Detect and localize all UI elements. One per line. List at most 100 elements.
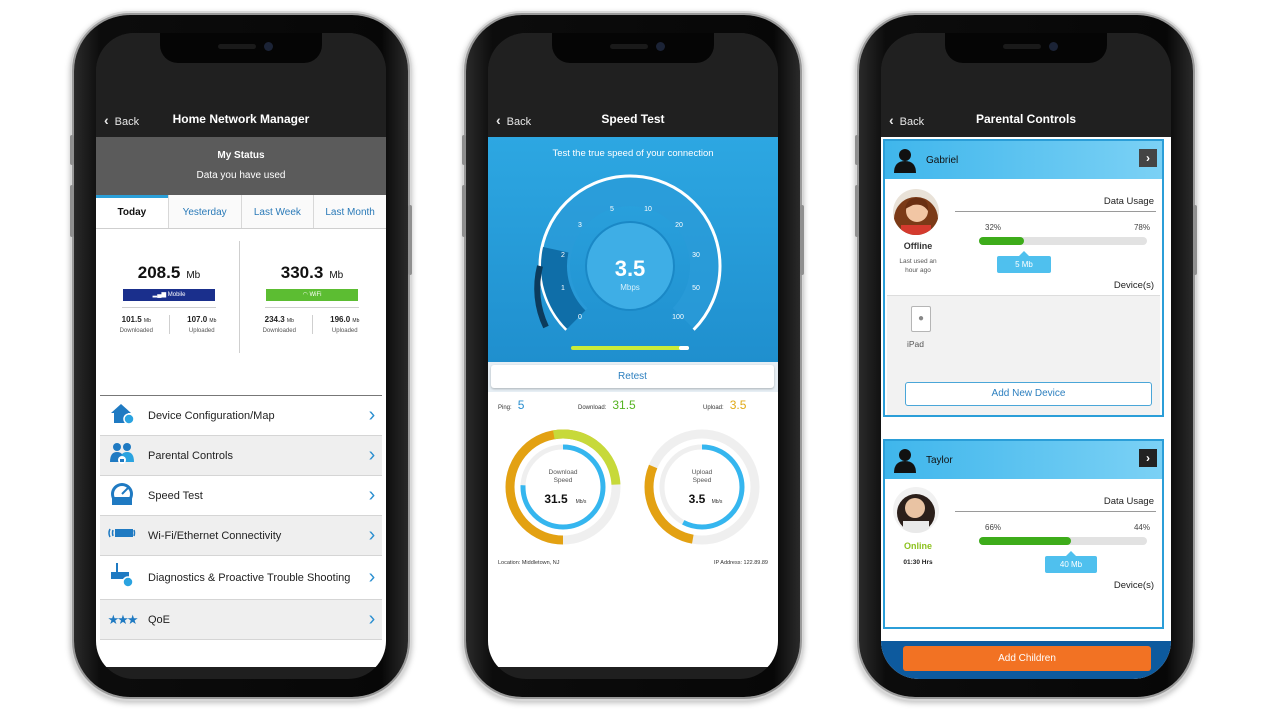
tab-yesterday[interactable]: Yesterday — [167, 195, 241, 228]
chevron-right-icon: › — [368, 524, 376, 546]
download-dial-value: 31.5 — [544, 492, 568, 506]
mobile-total: 208.5 — [137, 263, 181, 282]
phone-parental-controls: ‹ Back Parental Controls Gabriel › Offlin… — [855, 15, 1197, 697]
child-name: Taylor — [926, 455, 953, 466]
screen: ‹ Back Speed Test Test the true speed of … — [488, 33, 778, 679]
usage-progress-bar — [979, 237, 1147, 245]
arrow-right-icon[interactable]: › — [1139, 449, 1157, 467]
status-badge: Online — [903, 541, 932, 551]
chevron-right-icon: › — [368, 608, 376, 630]
signal-icon: ▂▄▆ — [152, 292, 168, 298]
add-new-device-button[interactable]: Add New Device — [905, 382, 1152, 406]
speed-dials: Download Speed 31.5 Mb/s Upload Speed 3.… — [488, 414, 778, 594]
child-name: Gabriel — [926, 155, 959, 166]
menu-item-speed-test[interactable]: Speed Test › — [100, 476, 382, 516]
gauge-tick: 3 — [578, 222, 582, 229]
wifi-uploaded: 196.0 — [330, 315, 351, 324]
menu-item-device-configuration[interactable]: Device Configuration/Map › — [100, 396, 382, 436]
chevron-right-icon: › — [368, 566, 376, 588]
period-tabs: Today Yesterday Last Week Last Month — [96, 195, 386, 229]
retest-button[interactable]: Retest — [491, 365, 774, 388]
chevron-right-icon: › — [368, 444, 376, 466]
person-icon — [894, 149, 916, 173]
menu-item-parental-controls[interactable]: Parental Controls › — [100, 436, 382, 476]
menu-item-wifi-ethernet[interactable]: Wi-Fi/Ethernet Connectivity › — [100, 516, 382, 556]
mobile-unit: Mb — [186, 270, 201, 281]
download-value: 31.5 — [612, 398, 636, 412]
child-card-gabriel: Gabriel › Offline Last used an hour ago … — [883, 139, 1164, 417]
child-card-taylor: Taylor › Online 01:30 Hrs Data Usage 66%… — [883, 439, 1164, 629]
usage-summary: 208.5 Mb ▂▄▆ Mobile 101.5 Mb Downloaded 10… — [96, 229, 386, 384]
gauge-tick: 0 — [578, 314, 582, 321]
child-header[interactable]: Taylor › — [885, 441, 1162, 479]
menu-item-diagnostics[interactable]: Diagnostics & Proactive Trouble Shooting… — [100, 556, 382, 600]
notch — [160, 33, 322, 63]
upload-value: 3.5 — [729, 398, 747, 412]
usage-fill — [979, 537, 1072, 545]
chevron-right-icon: › — [368, 484, 376, 506]
gauge-tick: 30 — [692, 252, 700, 259]
tablet-icon[interactable]: ● — [911, 306, 931, 332]
wifi-router-icon — [100, 520, 144, 551]
menu-item-qoe[interactable]: ★★★ QoE › — [100, 600, 382, 640]
gauge-tick: 10 — [644, 206, 652, 213]
wifi-downloaded: 234.3 — [264, 315, 285, 324]
phone-speed-test: ‹ Back Speed Test Test the true speed of … — [462, 15, 804, 697]
my-status-header: My Status Data you have used — [96, 137, 386, 195]
tab-last-month[interactable]: Last Month — [313, 195, 386, 228]
speedometer-icon — [100, 480, 144, 511]
apple-icon: ● — [917, 313, 925, 324]
svg-text:Speed: Speed — [554, 477, 573, 484]
chevron-right-icon: › — [368, 404, 376, 426]
gauge-tick: 20 — [675, 222, 683, 229]
gauge-tick: 100 — [672, 314, 684, 321]
screen: ‹ Back Parental Controls Gabriel › Offlin… — [881, 33, 1171, 679]
mobile-uploaded: 107.0 — [187, 315, 208, 324]
usage-fill — [979, 237, 1025, 245]
speed-gauge-panel: Test the true speed of your connection 3… — [488, 137, 778, 362]
wifi-usage: 330.3 Mb ◠ WiFi 234.3 Mb Downloaded 196.0 … — [247, 263, 377, 334]
gauge-tick: 2 — [561, 252, 565, 259]
status-title: My Status — [217, 150, 265, 161]
status-subtitle: Data you have used — [196, 170, 286, 181]
mobile-downloaded: 101.5 — [121, 315, 142, 324]
data-usage-label: Data Usage — [1103, 496, 1154, 507]
speed-stats: Ping: 5 Download: 31.5 Upload: 3.5 — [488, 392, 778, 414]
tab-last-week[interactable]: Last Week — [240, 195, 314, 228]
page-title: Parental Controls — [975, 112, 1077, 126]
gauge-unit: Mbps — [620, 283, 640, 292]
gauge-tick: 1 — [561, 285, 565, 292]
stars-icon: ★★★ — [107, 611, 139, 627]
devices-label: Device(s) — [1113, 280, 1154, 291]
gauge-tick: 5 — [610, 206, 614, 213]
ping-value: 5 — [517, 398, 525, 412]
upload-dial-value: 3.5 — [689, 492, 706, 506]
avatar — [893, 189, 939, 235]
session-time: 01:30 Hrs — [903, 559, 933, 566]
gauge-tick: 50 — [692, 285, 700, 292]
mobile-badge: ▂▄▆ Mobile — [123, 289, 215, 301]
usage-progress-bar — [979, 537, 1147, 545]
arrow-right-icon[interactable]: › — [1139, 149, 1157, 167]
wifi-total: 330.3 — [280, 263, 324, 282]
svg-text:Download: Download — [549, 469, 578, 476]
page-title: Speed Test — [601, 112, 665, 126]
house-gear-icon — [100, 400, 144, 431]
child-header[interactable]: Gabriel › — [885, 141, 1162, 179]
wifi-badge: ◠ WiFi — [266, 289, 358, 301]
devices-label: Device(s) — [1113, 580, 1154, 591]
add-children-button[interactable]: Add Children — [903, 646, 1151, 671]
device-name: iPad — [907, 339, 925, 349]
status-badge: Offline — [903, 241, 933, 251]
page-title: Home Network Manager — [172, 112, 310, 126]
person-icon — [894, 449, 916, 473]
phone-home-network: ‹ Back Home Network Manager My Status Dat… — [70, 15, 412, 697]
svg-text:Upload: Upload — [692, 469, 713, 476]
feature-menu: Device Configuration/Map › Parental Cont… — [100, 395, 382, 640]
avatar — [893, 487, 939, 533]
svg-text:Speed: Speed — [693, 477, 712, 484]
device-list: ● iPad Add New Device — [887, 295, 1160, 415]
tab-today[interactable]: Today — [96, 195, 168, 228]
upload-dial: Upload Speed 3.5 Mb/s — [644, 429, 760, 545]
download-dial: Download Speed 31.5 Mb/s — [505, 429, 621, 545]
